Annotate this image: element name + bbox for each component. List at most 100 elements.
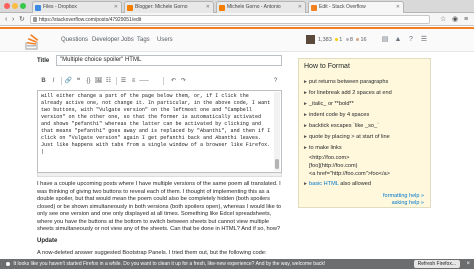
nav-questions[interactable]: Questions	[61, 37, 88, 43]
link-button[interactable]: 🔗	[64, 76, 73, 86]
editor-resize-grip[interactable]	[37, 173, 282, 177]
close-tab-icon[interactable]: ✕	[298, 2, 302, 13]
title-label: Title	[37, 58, 50, 64]
refresh-firefox-button[interactable]: Refresh Firefox...	[413, 260, 460, 268]
bulleted-list-button[interactable]: ≡	[129, 76, 138, 86]
nav-users[interactable]: Users	[157, 37, 173, 43]
site-header: Questions Developer Jobs Tags Users 1,38…	[0, 27, 474, 52]
italic-button[interactable]: I	[49, 76, 58, 86]
browser-tab[interactable]: Blogger: Michele Gorno ✕	[124, 1, 214, 13]
reputation-summary[interactable]: 1,383 1 8 16	[318, 37, 367, 43]
address-bar[interactable]: https://stackoverflow.com/posts/47929051…	[30, 15, 430, 24]
format-tips-list: ► put returns between paragraphs ► for lin…	[303, 77, 428, 190]
close-notification-icon[interactable]: ×	[466, 259, 470, 269]
format-tip: ► indent code by 4 spaces	[303, 110, 428, 121]
toolbar-divider	[163, 77, 164, 85]
back-icon[interactable]: ‹	[5, 15, 7, 24]
link-example: <http://foo.com>	[309, 155, 350, 161]
browser-tab-active[interactable]: Edit - Stack Overflow ✕	[308, 1, 404, 13]
reload-icon[interactable]: ↻	[19, 15, 25, 24]
toolbar-divider	[61, 77, 62, 85]
dropbox-icon	[35, 5, 41, 11]
post-body-editor[interactable]: will either change a part of the page be…	[37, 90, 282, 173]
preview-paragraph: I have a couple upcoming posts where I h…	[37, 181, 282, 232]
close-tab-icon[interactable]: ✕	[206, 2, 210, 13]
editor-scrollbar-thumb[interactable]	[275, 159, 279, 169]
how-to-format-panel: How to Format ► put returns between parag…	[298, 58, 431, 208]
arrow-icon: ►	[303, 112, 308, 118]
arrow-icon: ►	[303, 123, 308, 129]
arrow-icon: ►	[303, 79, 308, 85]
preview-heading: Update	[37, 237, 58, 244]
arrow-icon: ►	[303, 134, 308, 140]
site-switcher-icon[interactable]: ☰	[419, 35, 429, 45]
browser-tab-bar: Files - Dropbox ✕ Blogger: Michele Gorno…	[0, 0, 474, 13]
url-text: https://stackoverflow.com/posts/47929051…	[39, 17, 142, 23]
basic-html-link[interactable]: basic HTML	[309, 181, 339, 187]
minimize-window-button[interactable]	[12, 3, 18, 9]
gold-badge-icon	[335, 38, 339, 42]
extension-icon[interactable]: ◉	[452, 15, 458, 24]
bold-button[interactable]: B	[39, 76, 48, 86]
help-icon[interactable]: ?	[406, 35, 416, 45]
format-tip: ► quote by placing > at start of line	[303, 132, 428, 143]
blogger-icon	[219, 5, 225, 11]
star-icon[interactable]: ☆	[440, 15, 446, 24]
blogger-icon	[127, 5, 133, 11]
blockquote-button[interactable]: ❝	[74, 76, 83, 86]
tab-label: Files - Dropbox	[43, 4, 77, 10]
forward-icon[interactable]: ›	[12, 15, 14, 24]
toolbar-divider	[116, 77, 117, 85]
link-example: <a href="http://foo.com">foo</a>	[309, 171, 390, 177]
gold-badge-count: 1	[339, 37, 343, 43]
asking-help-link[interactable]: asking help »	[392, 200, 424, 206]
avatar[interactable]	[306, 35, 315, 44]
title-input[interactable]: "Multiple choice spoiler" HTML	[56, 55, 282, 66]
arrow-icon: ►	[303, 90, 308, 96]
tab-label: Blogger: Michele Gorno	[135, 4, 188, 10]
numbered-list-button[interactable]: ☰	[119, 76, 128, 86]
snippet-button[interactable]: ☷	[104, 76, 113, 86]
info-icon	[6, 261, 10, 266]
editor-help-button[interactable]: ?	[271, 76, 280, 86]
reputation-count: 1,383	[318, 37, 332, 43]
inbox-icon[interactable]: ▤	[380, 35, 390, 45]
format-tip: ► put returns between paragraphs	[303, 77, 428, 88]
browser-tab[interactable]: Michele Gorno - Antonio ✕	[216, 1, 306, 13]
stack-overflow-icon	[311, 5, 317, 11]
close-tab-icon[interactable]: ✕	[396, 2, 400, 13]
formatting-help-link[interactable]: formatting help »	[383, 193, 424, 199]
html-note: ► basic HTML also allowed	[303, 179, 428, 190]
close-tab-icon[interactable]: ✕	[114, 2, 118, 13]
tab-label: Michele Gorno - Antonio	[227, 4, 281, 10]
editor-toolbar: B I 🔗 ❝ {} 🖼 ☷ ☰ ≡ ⸺ ↶ ↷ ?	[37, 76, 282, 88]
undo-button[interactable]: ↶	[169, 76, 178, 86]
how-to-format-title: How to Format	[304, 63, 350, 70]
format-tip: ► to make links	[303, 143, 428, 154]
post-body-text[interactable]: will either change a part of the page be…	[41, 93, 273, 156]
redo-button[interactable]: ↷	[179, 76, 188, 86]
tab-label: Edit - Stack Overflow	[319, 4, 366, 10]
nav-developer-jobs[interactable]: Developer Jobs	[92, 37, 134, 43]
refresh-notification-bar: It looks like you haven't started Firefo…	[0, 259, 474, 269]
arrow-icon: ►	[303, 181, 308, 187]
achievements-icon[interactable]: ▲	[393, 35, 403, 45]
post-preview: I have a couple upcoming posts where I h…	[37, 181, 282, 262]
code-button[interactable]: {}	[84, 76, 93, 86]
arrow-icon: ►	[303, 145, 308, 151]
bronze-badge-count: 16	[360, 37, 367, 43]
nav-tags[interactable]: Tags	[137, 37, 150, 43]
silver-badge-icon	[345, 38, 349, 42]
preview-paragraph: A now-deleted answer suggested Bootstrap…	[37, 250, 267, 256]
browser-tab[interactable]: Files - Dropbox ✕	[32, 1, 122, 13]
browser-toolbar: ‹ › ↻ https://stackoverflow.com/posts/47…	[0, 13, 474, 26]
stack-overflow-logo[interactable]	[24, 34, 46, 50]
link-example: [foo](http://foo.com)	[309, 163, 358, 169]
close-window-button[interactable]	[4, 3, 10, 9]
image-button[interactable]: 🖼	[94, 76, 103, 86]
zoom-window-button[interactable]	[20, 3, 26, 9]
format-tip: ► backtick escapes `like _so_`	[303, 121, 428, 132]
heading-button[interactable]: ⸺	[139, 76, 149, 86]
menu-icon[interactable]: ≡	[464, 15, 468, 24]
notification-text: It looks like you haven't started Firefo…	[13, 261, 326, 267]
